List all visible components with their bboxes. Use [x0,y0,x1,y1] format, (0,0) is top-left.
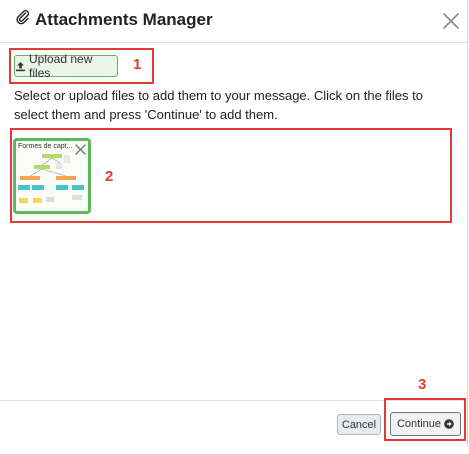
page-background-strip [0,447,469,454]
annotation-number-1: 1 [133,56,142,73]
annotation-box-3 [384,398,466,441]
annotation-number-3: 3 [418,376,427,393]
close-icon[interactable] [440,10,462,32]
modal-header: Attachments Manager [0,0,467,43]
paperclip-icon [15,9,31,30]
modal-title: Attachments Manager [35,9,213,29]
cancel-button[interactable]: Cancel [337,414,381,435]
annotation-box-2 [10,128,452,223]
instructions-text: Select or upload files to add them to yo… [14,88,423,122]
title-group: Attachments Manager [15,9,213,30]
annotation-number-2: 2 [105,168,114,185]
